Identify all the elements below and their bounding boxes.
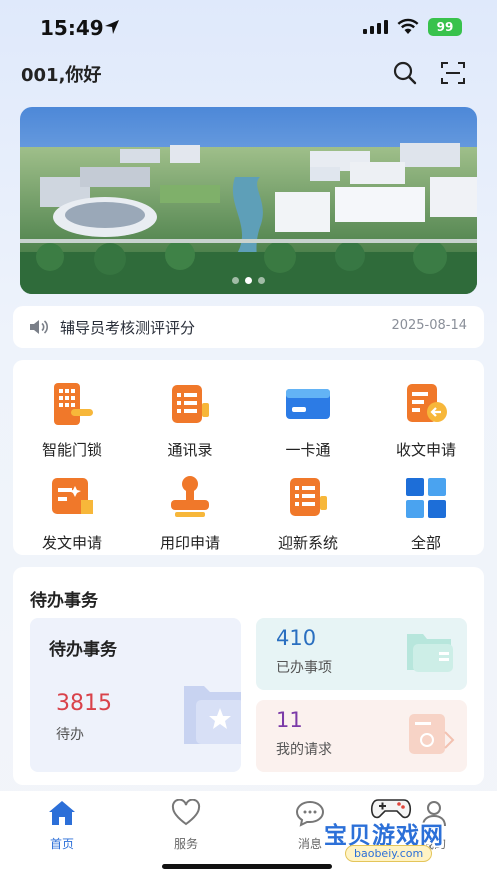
todo-pending-title: 待办事务 [49,640,117,660]
seal-stamp-icon [171,476,209,517]
banner-dot[interactable] [232,277,239,284]
watermark-url: baobeiy.com [345,845,433,862]
grid-item-label: 用印申请 [159,534,220,552]
contacts-icon [172,385,209,423]
tab-services[interactable]: 服务 [156,797,216,857]
grid-item-label: 智能门锁 [41,441,102,459]
todo-section-title: 待办事务 [30,591,98,611]
grid-item-label: 发文申请 [41,534,102,552]
home-icon [49,801,75,825]
todo-pending-label: 待办 [56,727,84,743]
all-apps-icon [406,478,446,518]
function-grid: 智能门锁 通讯录 一卡通 收文申请 发文申请 用印申请 迎新系统 全部 [13,360,484,555]
orientation-system-icon [290,478,327,516]
grid-item-door-lock[interactable]: 智能门锁 [17,366,127,459]
outgoing-document-icon [52,478,93,514]
todo-done-card[interactable]: 410 已办事项 [256,618,467,690]
door-lock-icon [54,383,93,425]
grid-item-label: 一卡通 [285,441,331,459]
grid-item-label: 收文申请 [395,441,456,459]
todo-section: 待办事务 待办事务 3815 待办 410 已办事项 11 我的请求 [13,567,484,785]
todo-pending-count: 3815 [56,691,112,716]
grid-item-all[interactable]: 全部 [371,459,481,552]
campus-aerial-image [20,107,477,294]
status-bar: 15:49 99 [0,0,497,54]
folder-star-icon [184,686,241,744]
notice-bar[interactable]: 辅导员考核测评评分 2025-08-14 [13,306,484,348]
grid-item-label: 全部 [410,534,441,552]
folder-icon [407,634,453,672]
grid-item-outgoing-document[interactable]: 发文申请 [17,459,127,552]
location-arrow-icon [105,20,119,34]
notice-title: 辅导员考核测评评分 [60,319,196,337]
campus-card-icon [286,389,330,419]
banner-pagination[interactable] [20,277,477,284]
grid-item-orientation-system[interactable]: 迎新系统 [253,459,363,552]
status-time: 15:49 [40,16,104,40]
campus-banner[interactable] [20,107,477,294]
grid-item-seal-stamp[interactable]: 用印申请 [135,459,245,552]
banner-dot[interactable] [258,277,265,284]
scan-icon[interactable] [440,60,466,86]
banner-dot-active[interactable] [245,277,252,284]
request-document-icon [409,714,455,754]
watermark-logo: 宝贝游戏网 baobeiy.com [318,794,468,866]
tab-label: 首页 [49,837,74,851]
cellular-signal-icon [363,20,388,34]
tab-label: 服务 [173,837,198,851]
todo-requests-count: 11 [276,708,303,732]
todo-requests-label: 我的请求 [276,742,332,758]
todo-pending-card[interactable]: 待办事务 3815 待办 [30,618,241,772]
todo-requests-card[interactable]: 11 我的请求 [256,700,467,772]
grid-item-label: 迎新系统 [277,534,338,552]
greeting-text: 001,你好 [21,65,102,86]
grid-item-contacts[interactable]: 通讯录 [135,366,245,459]
grid-item-label: 通讯录 [167,441,213,459]
wifi-icon [397,18,419,34]
incoming-document-icon [407,384,447,422]
tab-home[interactable]: 首页 [32,797,92,857]
speaker-icon [30,320,49,334]
todo-done-count: 410 [276,626,317,650]
notice-date: 2025-08-14 [391,318,467,333]
home-indicator [162,864,332,869]
grid-item-campus-card[interactable]: 一卡通 [253,366,363,459]
grid-item-incoming-document[interactable]: 收文申请 [371,366,481,459]
battery-indicator: 99 [428,18,462,36]
todo-done-label: 已办事项 [276,660,332,676]
search-icon[interactable] [392,60,418,86]
heart-icon [171,799,201,826]
